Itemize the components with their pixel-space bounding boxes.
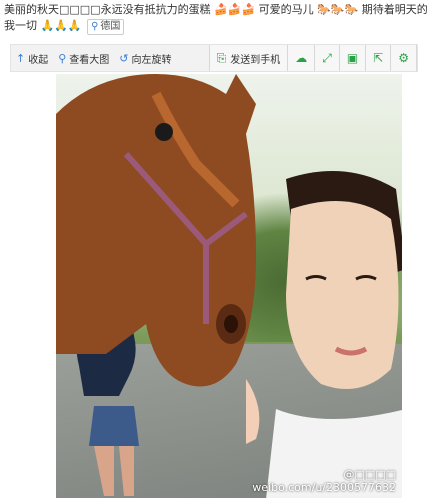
post-photo[interactable]: @□□□□ weibo.com/u/2300577632 <box>56 74 402 498</box>
send-to-phone-button[interactable]: ⎘ 发送到手机 <box>209 45 289 71</box>
rotate-left-button[interactable]: ↺ 向左旋转 <box>114 45 176 71</box>
send-to-phone-label: 发送到手机 <box>230 54 281 66</box>
horse-icon: 🐎🐎🐎 <box>317 3 359 16</box>
watermark-user: @□□□□ <box>343 468 396 481</box>
cloud-button[interactable]: ☁ <box>288 45 316 71</box>
post-text: 美丽的秋天□□□□永远没有抵抗力的蛋糕 🍰🍰🍰 可爱的马儿 🐎🐎🐎 期待着明天的… <box>4 2 428 35</box>
rotate-left-label: 向左旋转 <box>131 54 172 66</box>
post-text-part1: 美丽的秋天□□□□永远没有抵抗力的蛋糕 <box>4 3 211 16</box>
view-large-button[interactable]: ⚲ 查看大图 <box>53 45 114 71</box>
collapse-label: 收起 <box>28 54 49 66</box>
location-tag[interactable]: ⚲ 德国 <box>87 19 125 35</box>
share-button[interactable]: ⇱ <box>366 45 392 71</box>
save-button[interactable]: ▣ <box>339 45 367 71</box>
watermark-url: weibo.com/u/2300577632 <box>252 481 396 494</box>
cloud-icon: ☁ <box>295 51 308 65</box>
arrow-up-icon: ↑ <box>16 51 26 65</box>
view-large-label: 查看大图 <box>69 54 110 66</box>
cake-icon: 🍰🍰🍰 <box>214 3 256 16</box>
magnifier-icon: ⚲ <box>58 51 67 65</box>
rotate-left-icon: ↺ <box>119 51 129 65</box>
post-text-part2: 可爱的马儿 <box>258 3 314 16</box>
horse-figure <box>56 74 256 387</box>
praying-hands-icon: 🙏🙏🙏 <box>40 19 82 32</box>
save-icon: ▣ <box>346 51 359 65</box>
expand-icon: ⤢ <box>322 50 332 65</box>
collapse-button[interactable]: ↑ 收起 <box>11 45 53 71</box>
location-pin-icon: ⚲ <box>91 21 99 32</box>
settings-button[interactable]: ⚙ <box>391 45 417 71</box>
share-icon: ⇱ <box>373 51 384 65</box>
fullscreen-button[interactable]: ⤢ <box>315 45 340 71</box>
image-toolbar: ↑ 收起 ⚲ 查看大图 ↺ 向左旋转 ⎘ 发送到手机 ☁ ⤢ ▣ ⇱ ⚙ <box>10 44 418 72</box>
watermark: @□□□□ weibo.com/u/2300577632 <box>252 468 396 494</box>
selfie-man-figure <box>246 171 402 498</box>
toolbar-actions: ⎘ 发送到手机 ☁ ⤢ ▣ ⇱ ⚙ <box>208 45 417 71</box>
location-label: 德国 <box>100 21 121 32</box>
phone-icon: ⎘ <box>216 50 227 65</box>
gear-icon: ⚙ <box>398 51 409 65</box>
